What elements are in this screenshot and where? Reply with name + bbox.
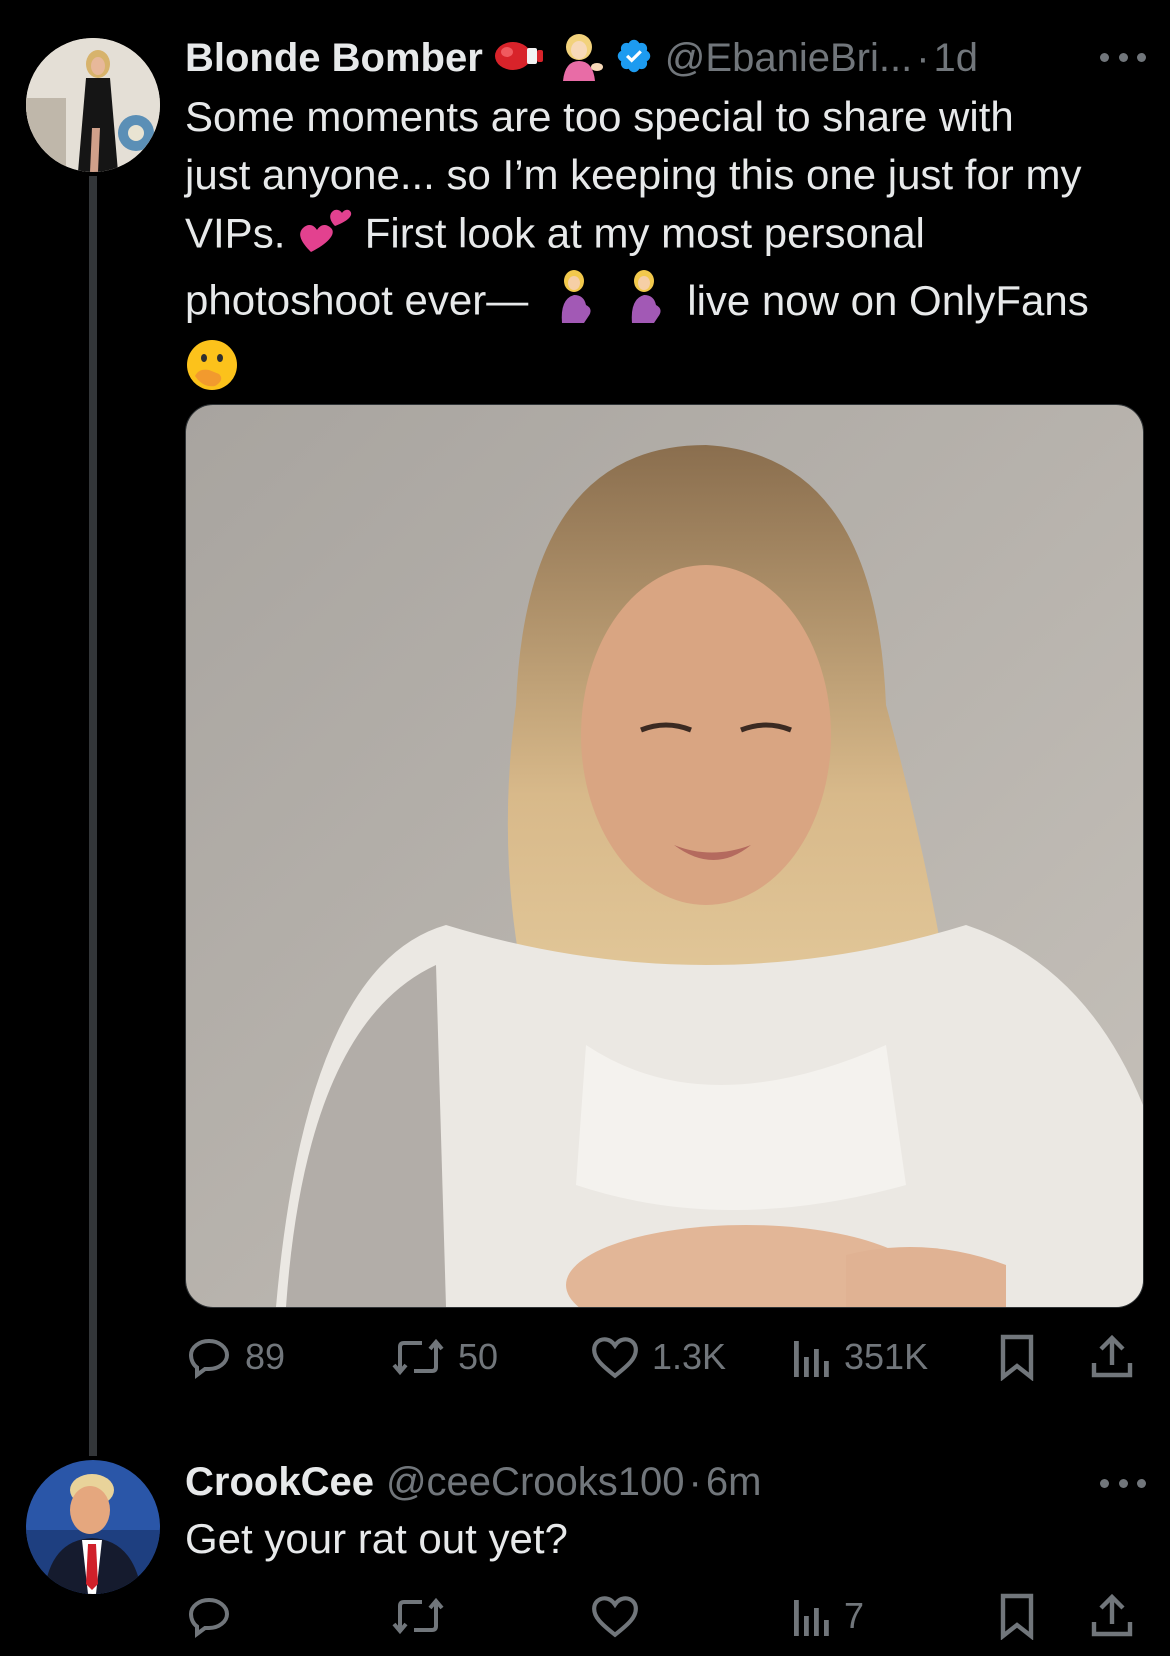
tweet-header: CrookCee @ceeCrooks100 · 6m [185, 1452, 1144, 1512]
display-name[interactable]: CrookCee [185, 1460, 374, 1505]
reply-icon [188, 1338, 230, 1379]
repost-icon [392, 1597, 444, 1635]
views-chart-icon [794, 1341, 829, 1377]
repost-button[interactable] [390, 1586, 458, 1646]
avatar[interactable] [26, 1460, 160, 1594]
pregnant-woman-icon [554, 269, 598, 338]
share-icon [1091, 1334, 1133, 1378]
face-with-hand-over-mouth-icon [185, 338, 239, 407]
timestamp[interactable]: 1d [934, 36, 979, 81]
views-button[interactable]: 351K [790, 1327, 928, 1387]
bookmark-button[interactable] [997, 1327, 1037, 1387]
views-button[interactable]: 7 [790, 1586, 864, 1646]
like-count: 1.3K [652, 1336, 727, 1377]
tweet-actions-bar: 7 [185, 1586, 1135, 1646]
verified-badge-icon [615, 37, 653, 80]
separator-dot: · [916, 35, 930, 80]
tweet-text-line: Some moments are too special to share wi… [185, 93, 1014, 140]
timestamp[interactable]: 6m [706, 1460, 762, 1505]
tweet-text-line: just anyone... so I’m keeping this one j… [185, 151, 1082, 198]
repost-count: 50 [458, 1336, 499, 1377]
more-options-icon[interactable] [1100, 50, 1146, 64]
tweet-text-line: Get your rat out yet? [185, 1515, 568, 1562]
tweet-text-line: VIPs. First look at my most personal [185, 204, 1145, 269]
heart-icon [592, 1596, 638, 1638]
share-button[interactable] [1089, 1327, 1135, 1387]
bookmark-icon [1000, 1334, 1034, 1381]
tweet-text-segment: First look at my most personal [364, 209, 925, 257]
tweet-text-line: photoshoot ever— live now on OnlyFans [185, 269, 1145, 338]
views-chart-icon [794, 1600, 829, 1636]
reply-button[interactable] [185, 1586, 245, 1646]
reply-count: 89 [245, 1336, 286, 1377]
tweet-crookcee[interactable]: CrookCee @ceeCrooks100 · 6m Get your rat… [0, 1440, 1170, 1656]
tweet-text: Some moments are too special to share wi… [185, 88, 1145, 407]
display-name[interactable]: Blonde Bomber [185, 36, 483, 81]
woman-tipping-hand-icon [555, 31, 605, 86]
share-icon [1091, 1593, 1133, 1637]
repost-icon [392, 1338, 444, 1376]
tweet-blonde-bomber[interactable]: Blonde Bomber @EbanieBri... · 1d Some mo… [0, 0, 1170, 1400]
separator-dot: · [688, 1459, 702, 1504]
bookmark-icon [1000, 1593, 1034, 1640]
pregnant-woman-icon [624, 269, 668, 338]
tweet-media-image[interactable] [185, 404, 1144, 1308]
views-count: 351K [844, 1336, 929, 1377]
views-count: 7 [844, 1595, 865, 1636]
repost-button[interactable]: 50 [390, 1327, 498, 1387]
two-hearts-icon [297, 204, 353, 269]
tweet-text-segment: VIPs. [185, 209, 286, 257]
tweet-header: Blonde Bomber @EbanieBri... · 1d [185, 28, 1144, 88]
tweet-text-segment: photoshoot ever— [185, 276, 529, 324]
tweet-text: Get your rat out yet? [185, 1510, 1145, 1568]
reply-button[interactable]: 89 [185, 1327, 285, 1387]
bookmark-button[interactable] [997, 1586, 1037, 1646]
avatar[interactable] [26, 38, 160, 172]
like-button[interactable] [590, 1586, 652, 1646]
tweet-text-segment: live now on OnlyFans [687, 276, 1089, 324]
like-button[interactable]: 1.3K [590, 1327, 726, 1387]
share-button[interactable] [1089, 1586, 1135, 1646]
handle[interactable]: @ceeCrooks100 [386, 1460, 685, 1505]
boxing-glove-icon [493, 38, 545, 79]
more-options-icon[interactable] [1100, 1476, 1146, 1490]
reply-icon [188, 1597, 230, 1638]
heart-icon [592, 1337, 638, 1379]
tweet-actions-bar: 89 50 1.3K 351K [185, 1327, 1135, 1387]
handle[interactable]: @EbanieBri... [665, 36, 912, 81]
tweet-text-line [185, 338, 1145, 407]
